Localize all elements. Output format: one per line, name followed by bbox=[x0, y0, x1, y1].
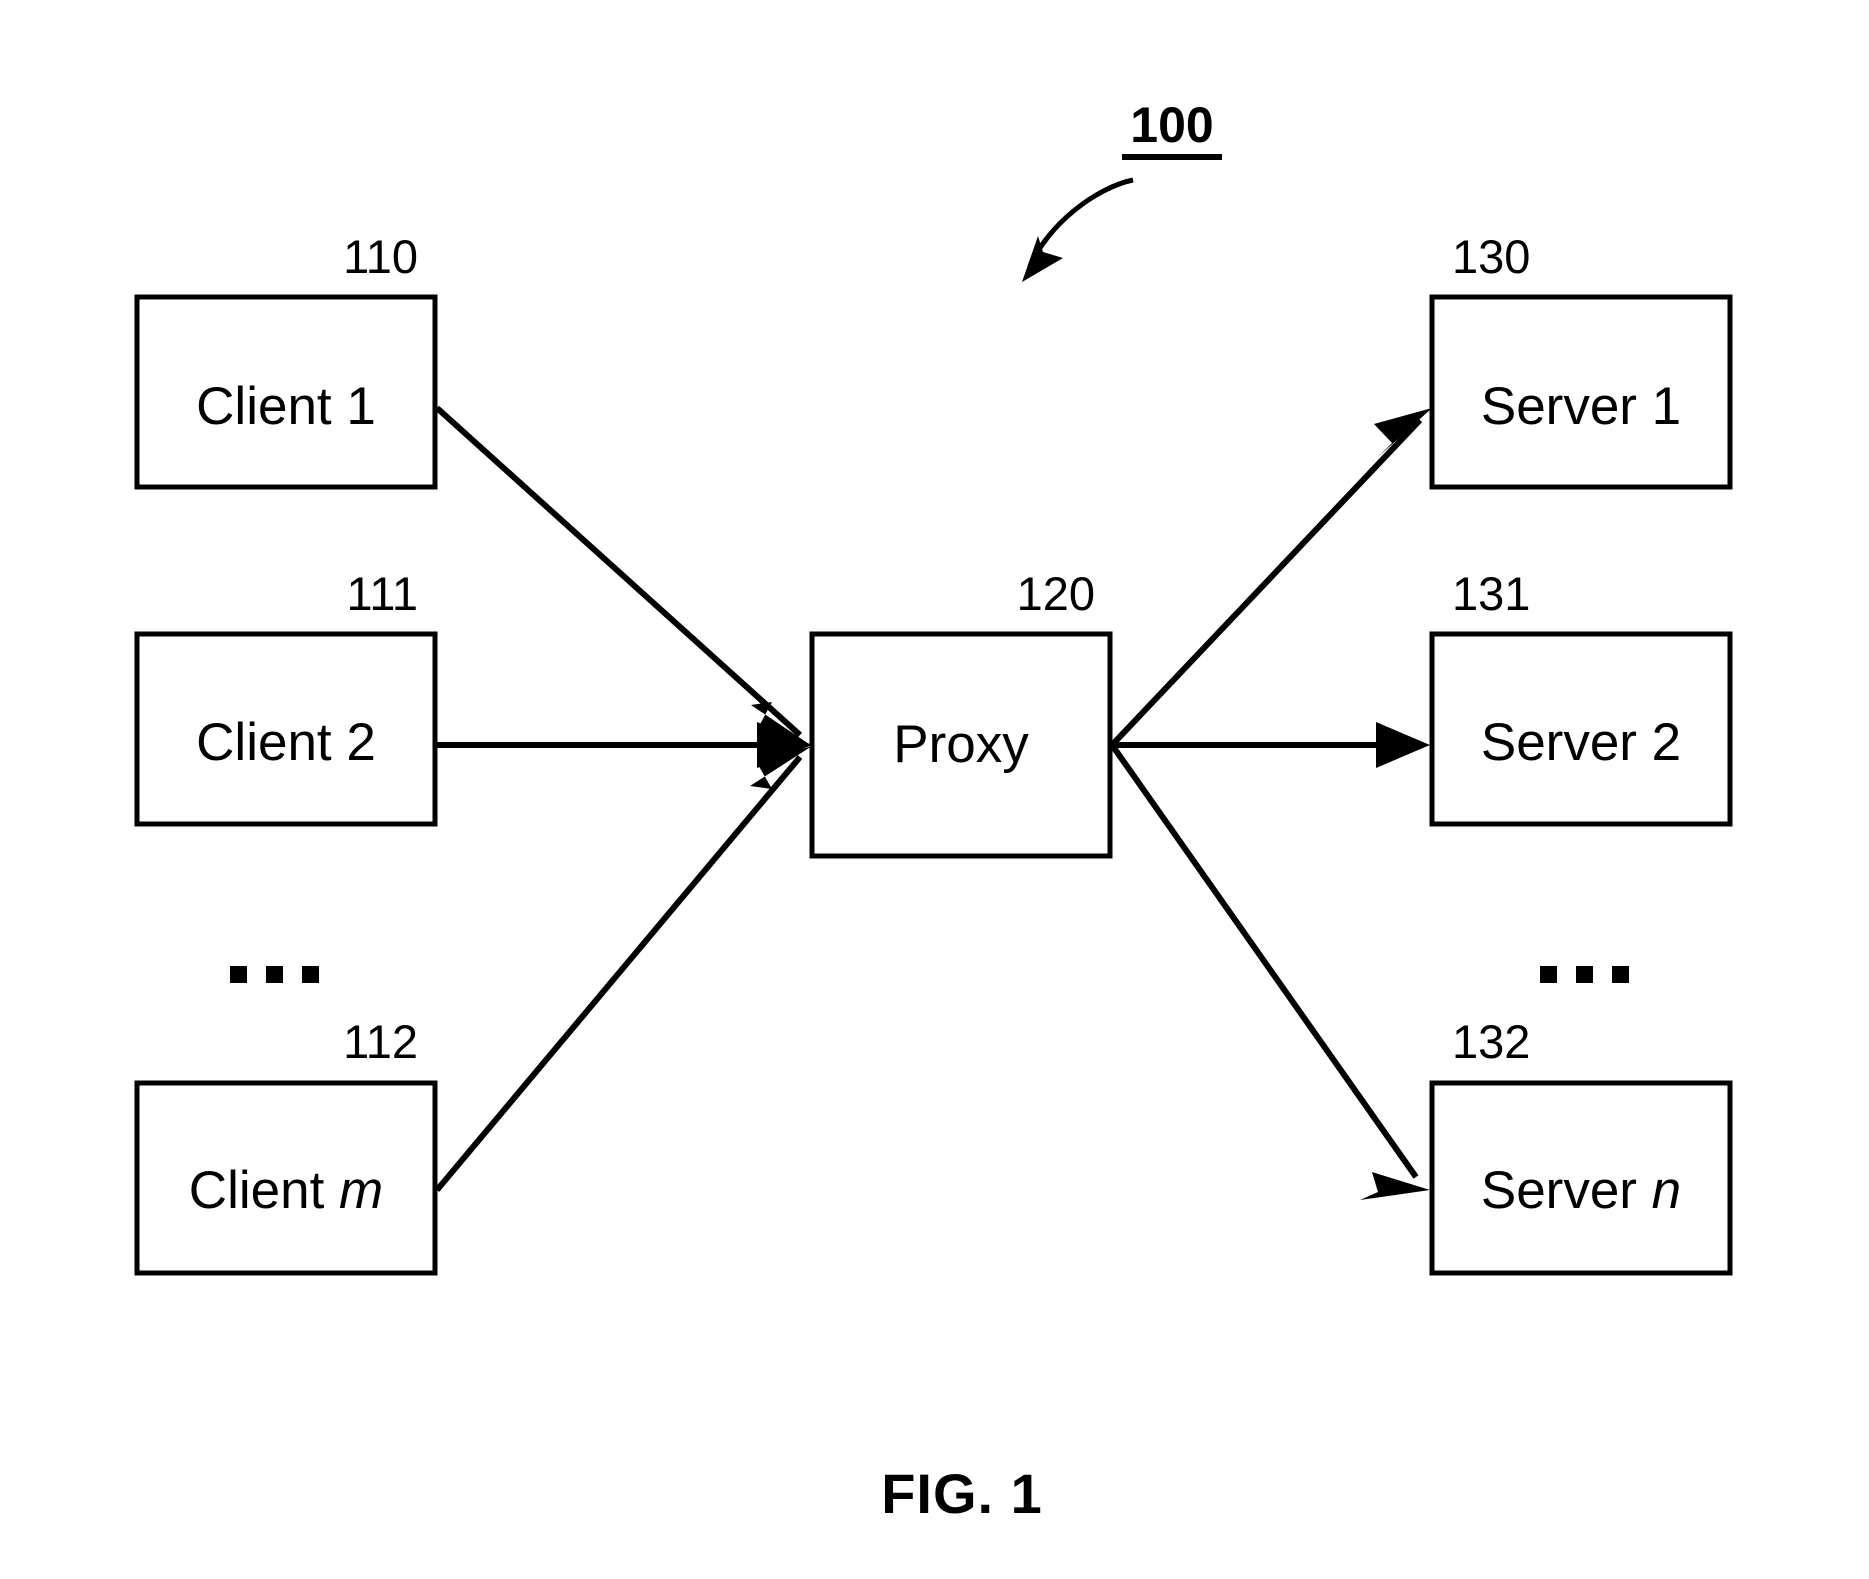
server-2-label-var: 2 bbox=[1652, 713, 1681, 772]
server-2-label-prefix: Server bbox=[1481, 713, 1652, 772]
node-client-m[interactable]: 112 Client m bbox=[134, 1015, 438, 1276]
client-to-proxy-connections bbox=[434, 405, 812, 1192]
client-2-label: Client 2 bbox=[196, 713, 376, 772]
ref-number-client-1: 110 bbox=[343, 230, 418, 283]
server-2-label: Server 2 bbox=[1481, 713, 1681, 772]
client-1-label-var: 1 bbox=[346, 377, 375, 436]
ref-number-server-n: 132 bbox=[1452, 1015, 1530, 1068]
server-n-label-var: n bbox=[1652, 1161, 1681, 1220]
server-1-label-var: 1 bbox=[1652, 377, 1681, 436]
flow-proxy-to-servern bbox=[1109, 743, 1419, 1179]
node-client-2[interactable]: 111 Client 2 bbox=[134, 567, 438, 827]
server-n-label: Server n bbox=[1481, 1161, 1681, 1220]
node-client-1[interactable]: 110 Client 1 bbox=[134, 230, 438, 490]
ref-number-client-2: 111 bbox=[347, 567, 418, 620]
ref-number-server-1: 130 bbox=[1452, 230, 1530, 283]
node-server-2[interactable]: 131 Server 2 bbox=[1429, 567, 1733, 827]
figure-canvas: 100 110 Client 1 111 Client 2 112 Client… bbox=[0, 0, 1869, 1579]
client-ellipsis bbox=[230, 966, 319, 983]
server-ellipsis bbox=[1540, 966, 1629, 983]
client-m-label-var: m bbox=[339, 1161, 383, 1220]
client-ellipsis-dot-2 bbox=[266, 966, 283, 983]
arrowhead-proxy-to-servern bbox=[1360, 1172, 1430, 1200]
figure-caption: FIG. 1 bbox=[881, 1462, 1043, 1525]
proxy-label-prefix: Proxy bbox=[893, 715, 1029, 774]
client-m-label-prefix: Client bbox=[189, 1161, 339, 1220]
flow-proxy-to-server1 bbox=[1109, 417, 1423, 748]
server-ellipsis-dot-2 bbox=[1576, 966, 1593, 983]
system-reference-group: 100 bbox=[1022, 97, 1222, 282]
server-ellipsis-dot-1 bbox=[1540, 966, 1557, 983]
client-m-label: Client m bbox=[189, 1161, 383, 1220]
server-n-label-prefix: Server bbox=[1481, 1161, 1652, 1220]
node-server-1[interactable]: 130 Server 1 bbox=[1429, 230, 1733, 490]
server-ellipsis-dot-3 bbox=[1612, 966, 1629, 983]
proxy-to-server-connections bbox=[1109, 408, 1432, 1200]
arrowhead-proxy-to-server1 bbox=[1374, 408, 1432, 457]
system-reference-number: 100 bbox=[1130, 97, 1213, 153]
client-1-label-prefix: Client bbox=[196, 377, 346, 436]
client-ellipsis-dot-3 bbox=[302, 966, 319, 983]
node-proxy[interactable]: 120 Proxy bbox=[809, 567, 1113, 859]
proxy-label: Proxy bbox=[893, 715, 1029, 774]
client-1-label: Client 1 bbox=[196, 377, 376, 436]
client-2-label-prefix: Client bbox=[196, 713, 346, 772]
ref-number-server-2: 131 bbox=[1452, 567, 1530, 620]
ref-number-proxy: 120 bbox=[1017, 567, 1095, 620]
server-1-label-prefix: Server bbox=[1481, 377, 1652, 436]
node-server-n[interactable]: 132 Server n bbox=[1429, 1015, 1733, 1276]
flow-client1-to-proxy bbox=[434, 405, 803, 738]
network-architecture-diagram: 100 110 Client 1 111 Client 2 112 Client… bbox=[134, 97, 1733, 1525]
server-1-label: Server 1 bbox=[1481, 377, 1681, 436]
ref-number-client-m: 112 bbox=[343, 1015, 418, 1068]
arrowhead-proxy-to-server2 bbox=[1376, 722, 1430, 768]
client-2-label-var: 2 bbox=[346, 713, 375, 772]
flow-clientm-to-proxy bbox=[434, 755, 803, 1192]
client-ellipsis-dot-1 bbox=[230, 966, 247, 983]
